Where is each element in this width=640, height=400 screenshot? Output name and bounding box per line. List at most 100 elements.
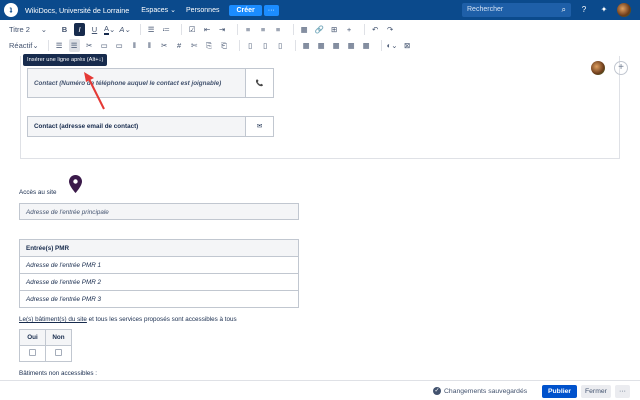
task-list-icon[interactable]: ☑ — [187, 23, 198, 36]
buildings-link[interactable]: Le(s) bâtiment(s) du site — [19, 316, 87, 323]
table-header-icon[interactable]: ▦ — [301, 39, 312, 52]
responsive-mode-select[interactable]: Réactif ⌄ — [9, 39, 39, 52]
pmr-entrances-table: Entrée(s) PMR Adresse de l'entrée PMR 1 … — [19, 239, 299, 308]
contact-email-cell[interactable]: Contact (adresse email de contact) — [27, 116, 246, 137]
pmr-header[interactable]: Entrée(s) PMR — [19, 239, 299, 257]
top-navigation-bar: ʇ WikiDocs, Université de Lorraine Espac… — [0, 0, 640, 20]
editor-footer: ✓ Changements sauvegardés Publier Fermer … — [0, 380, 640, 400]
indent-icon[interactable]: ⇥ — [217, 23, 228, 36]
collaborator-avatar[interactable] — [591, 61, 605, 75]
toolbar-divider — [363, 24, 365, 35]
delete-row-icon[interactable]: ✂ — [84, 39, 95, 52]
publish-button[interactable]: Publier — [542, 385, 578, 398]
save-status: ✓ Changements sauvegardés — [433, 387, 527, 395]
redo-icon[interactable]: ↷ — [385, 23, 396, 36]
table-header-icon[interactable]: ▦ — [346, 39, 357, 52]
phone-icon: 📞 — [245, 68, 274, 98]
toolbar-divider — [238, 40, 240, 51]
user-avatar[interactable] — [617, 3, 631, 17]
table-header-icon[interactable]: ▦ — [361, 39, 372, 52]
chevron-down-icon: ⌄ — [170, 7, 176, 14]
cut-icon[interactable]: ✄ — [189, 39, 200, 52]
cell-color-icon[interactable]: ◐ ⌄ — [387, 39, 398, 52]
chevron-down-icon: ⌄ — [391, 41, 398, 50]
text-color-button[interactable]: A ⌄ — [104, 23, 115, 36]
split-cell-icon[interactable]: ▭ — [114, 39, 125, 52]
no-checkbox[interactable] — [55, 349, 62, 356]
paste-icon[interactable]: ⎗ — [219, 39, 230, 52]
underline-button[interactable]: U — [89, 23, 100, 36]
check-circle-icon: ✓ — [433, 387, 441, 395]
no-cell — [45, 345, 72, 362]
undo-icon[interactable]: ↶ — [370, 23, 381, 36]
column-icon[interactable]: ▯ — [260, 39, 271, 52]
search-input[interactable]: Rechercher ⌕ — [462, 3, 571, 17]
link-icon[interactable]: 🔗 — [314, 23, 325, 36]
bold-button[interactable]: B — [59, 23, 70, 36]
yes-header: Oui — [19, 329, 46, 346]
outdent-icon[interactable]: ⇤ — [202, 23, 213, 36]
delete-column-icon[interactable]: ✂ — [159, 39, 170, 52]
insert-column-before-icon[interactable]: ⫴ — [129, 39, 140, 52]
mode-label: Réactif — [9, 41, 33, 50]
toolbar-divider — [139, 24, 141, 35]
contact-phone-table: Contact (Numéro de téléphone auquel le c… — [27, 68, 274, 98]
insert-row-after-icon[interactable]: ☰ — [68, 39, 80, 52]
more-actions-button[interactable]: ··· — [615, 385, 630, 398]
toolbar-divider — [180, 24, 182, 35]
table-header-icon[interactable]: ▦ — [331, 39, 342, 52]
yes-checkbox[interactable] — [29, 349, 36, 356]
column-icon[interactable]: ▯ — [245, 39, 256, 52]
align-left-icon[interactable]: ≡ — [243, 23, 254, 36]
italic-button[interactable]: I — [74, 23, 85, 36]
close-button[interactable]: Fermer — [581, 385, 611, 398]
pmr-entrance-cell[interactable]: Adresse de l'entrée PMR 3 — [19, 290, 299, 308]
accessibility-sentence: Le(s) bâtiment(s) du site et tous les se… — [19, 316, 237, 323]
location-pin-icon — [69, 175, 82, 193]
help-icon[interactable]: ? — [577, 3, 591, 17]
email-icon: ✉ — [245, 116, 274, 137]
pmr-entrance-cell[interactable]: Adresse de l'entrée PMR 2 — [19, 273, 299, 291]
delete-table-icon[interactable]: ⊠ — [402, 39, 413, 52]
notifications-icon[interactable]: ✦ — [597, 3, 611, 17]
insert-row-before-icon[interactable]: ☰ — [54, 39, 65, 52]
spaces-menu[interactable]: Espaces ⌄ — [141, 6, 176, 15]
toolbar-divider — [236, 24, 238, 35]
search-icon: ⌕ — [561, 5, 566, 14]
no-header: Non — [45, 329, 72, 346]
insert-more-icon[interactable]: + — [344, 23, 355, 36]
align-center-icon[interactable]: ≡ — [258, 23, 269, 36]
align-right-icon[interactable]: ≡ — [273, 23, 284, 36]
search-placeholder: Rechercher — [467, 6, 504, 13]
people-link[interactable]: Personnes — [186, 7, 219, 14]
chevron-down-icon: ⌄ — [32, 41, 39, 50]
pmr-entrance-cell[interactable]: Adresse de l'entrée PMR 1 — [19, 256, 299, 274]
table-icon[interactable]: ⊞ — [329, 23, 340, 36]
insert-column-after-icon[interactable]: ⫴ — [144, 39, 155, 52]
site-name[interactable]: WikiDocs, Université de Lorraine — [25, 6, 129, 15]
column-icon[interactable]: ▯ — [275, 39, 286, 52]
page-layout-icon[interactable]: ▦ — [299, 23, 310, 36]
contact-phone-cell[interactable]: Contact (Numéro de téléphone auquel le c… — [27, 68, 246, 98]
editor-toolbar-primary: Titre 2 ⌄ B I U A ⌄ A ⌄ ☰ ≔ ☑ ⇤ ⇥ ≡ ≡ ≡ ▦ 🔗… — [0, 21, 640, 38]
access-label: Accès au site — [19, 189, 57, 196]
confluence-logo-icon[interactable]: ʇ — [4, 3, 18, 17]
add-collaborator-icon[interactable]: + — [614, 61, 628, 75]
toolbar-divider — [294, 40, 296, 51]
style-label: Titre 2 — [9, 25, 30, 34]
bullet-list-icon[interactable]: ☰ — [146, 23, 157, 36]
create-more-button[interactable]: ··· — [263, 4, 279, 16]
spaces-label: Espaces — [141, 6, 169, 14]
copy-icon[interactable]: ⎘ — [204, 39, 215, 52]
accessibility-choice-table: Oui Non — [19, 329, 72, 362]
paragraph-style-select[interactable]: Titre 2 ⌄ — [9, 23, 47, 36]
table-header-icon[interactable]: ▦ — [316, 39, 327, 52]
contact-email-table: Contact (adresse email de contact) ✉ — [27, 116, 274, 137]
merge-cells-icon[interactable]: ▭ — [99, 39, 110, 52]
toolbar-divider — [292, 24, 294, 35]
more-formatting-button[interactable]: A ⌄ — [119, 23, 130, 36]
numbered-list-icon[interactable]: ≔ — [161, 23, 172, 36]
number-column-icon[interactable]: # — [174, 39, 185, 52]
main-entrance-field[interactable]: Adresse de l'entrée principale — [19, 203, 299, 220]
create-button[interactable]: Créer — [229, 4, 262, 16]
